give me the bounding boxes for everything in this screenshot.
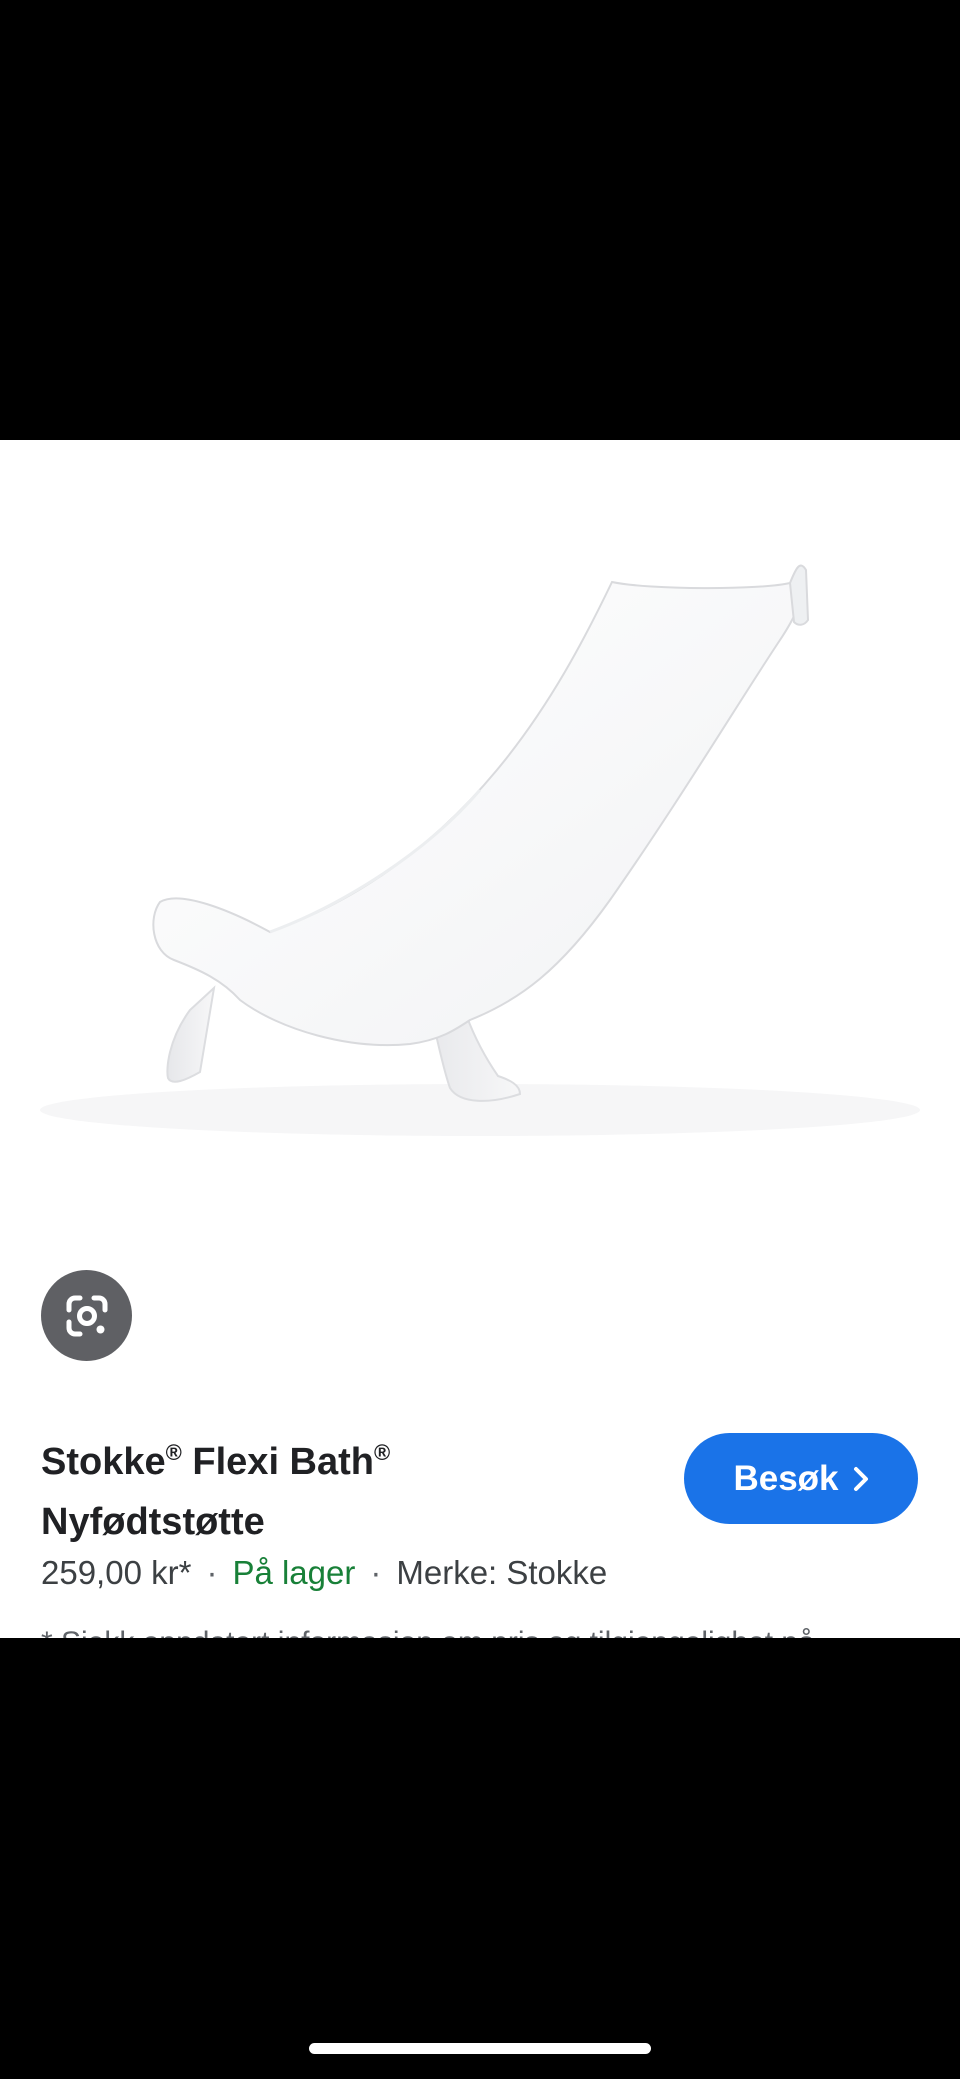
product-card: Stokke® Flexi Bath® Nyfødtstøtte Besøk 2… <box>0 440 960 1638</box>
home-indicator[interactable] <box>309 2043 651 2054</box>
product-image[interactable] <box>0 440 960 1220</box>
title-product-name: Flexi Bath <box>192 1441 375 1483</box>
separator: · <box>206 1554 218 1591</box>
product-meta: 259,00 kr* · På lager · Merke: Stokke <box>41 1548 607 1598</box>
price-disclaimer: * Sjekk oppdatert informasjon om pris og… <box>41 1623 815 1638</box>
availability-status: På lager <box>232 1554 356 1591</box>
product-title[interactable]: Stokke® Flexi Bath® Nyfødtstøtte <box>41 1432 641 1552</box>
chevron-right-icon <box>853 1466 868 1491</box>
registered-mark: ® <box>374 1440 391 1465</box>
separator: · <box>370 1554 382 1591</box>
visit-button[interactable]: Besøk <box>684 1433 918 1524</box>
registered-mark: ® <box>165 1440 182 1465</box>
brand-label: Merke: Stokke <box>396 1554 608 1591</box>
google-lens-icon <box>66 1295 107 1336</box>
google-lens-button[interactable] <box>41 1270 132 1361</box>
title-brand: Stokke <box>41 1441 166 1483</box>
price: 259,00 kr* <box>41 1554 192 1591</box>
visit-button-label: Besøk <box>733 1458 839 1498</box>
title-product-subtitle: Nyfødtstøtte <box>41 1501 265 1543</box>
